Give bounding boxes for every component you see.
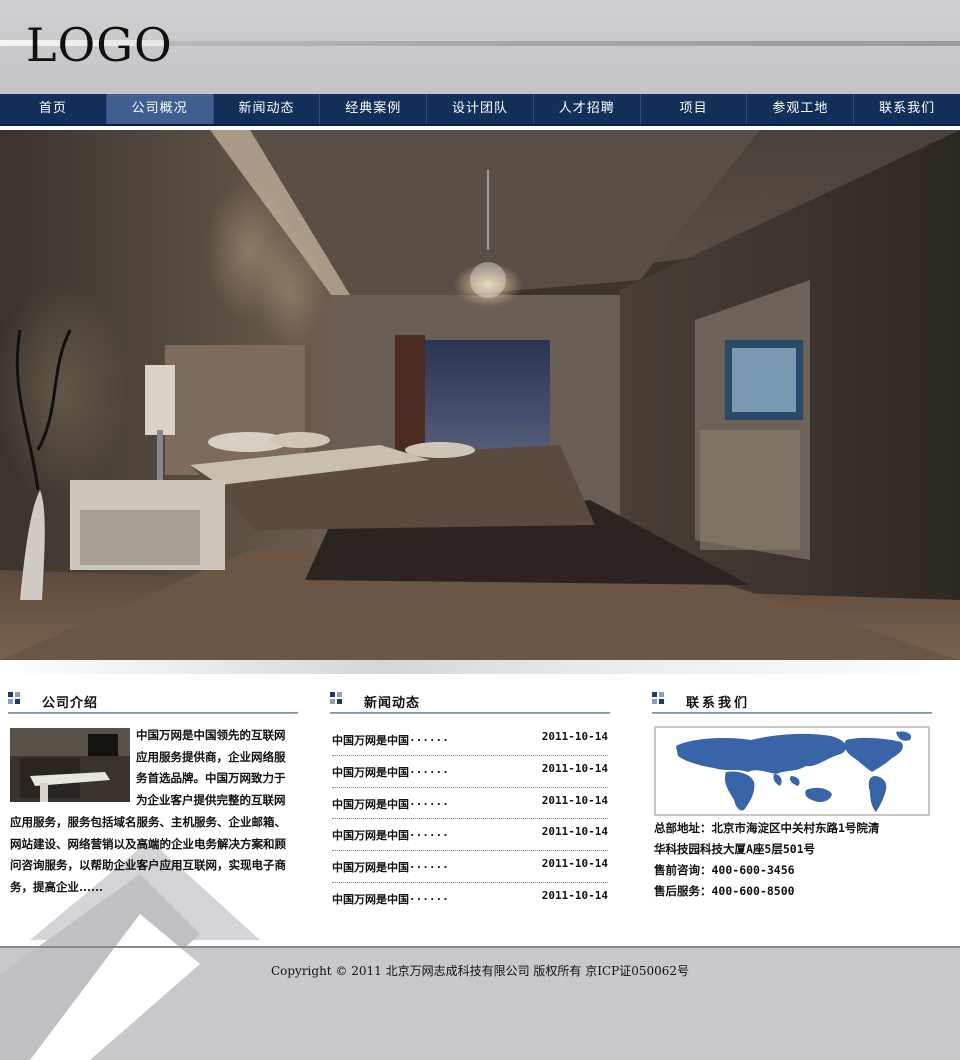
- hero-banner-image: [0, 130, 960, 660]
- contact-section: 联系我们 总部地址：北京市海淀区中关村东路1号院清 华科技园科技大厦A座5层50…: [652, 690, 942, 930]
- section-rule: [8, 712, 298, 714]
- nav-item-news[interactable]: 新闻动态: [214, 94, 321, 124]
- aftersale-phone: 售后服务：400-600-8500: [654, 884, 795, 898]
- header-divider-line: [165, 41, 960, 46]
- news-item[interactable]: 中国万网是中国······ 2011-10-14: [332, 724, 608, 756]
- address-line: 华科技园科技大厦A座5层501号: [654, 842, 816, 856]
- news-item[interactable]: 中国万网是中国······ 2011-10-14: [332, 788, 608, 820]
- site-logo[interactable]: LOGO: [26, 18, 173, 72]
- presale-phone: 售前咨询：400-600-3456: [654, 863, 795, 877]
- contact-info: 总部地址：北京市海淀区中关村东路1号院清 华科技园科技大厦A座5层501号 售前…: [654, 818, 934, 902]
- section-squares-icon: [652, 692, 664, 704]
- footer-copyright: Copyright © 2011 北京万网志成科技有限公司 版权所有 京ICP证…: [270, 964, 690, 978]
- main-nav: 首页 公司概况 新闻动态 经典案例 设计团队 人才招聘 项目 参观工地 联系我们: [0, 94, 960, 126]
- address-line: 总部地址：北京市海淀区中关村东路1号院清: [654, 821, 880, 835]
- nav-item-careers[interactable]: 人才招聘: [534, 94, 641, 124]
- news-item[interactable]: 中国万网是中国······ 2011-10-14: [332, 756, 608, 788]
- nav-item-design-team[interactable]: 设计团队: [427, 94, 534, 124]
- news-section: 新闻动态 中国万网是中国······ 2011-10-14 中国万网是中国····…: [330, 690, 620, 930]
- world-map-icon[interactable]: [654, 726, 930, 816]
- nav-item-cases[interactable]: 经典案例: [320, 94, 428, 124]
- section-title: 新闻动态: [364, 696, 421, 711]
- hero-shadow: [0, 660, 960, 674]
- section-rule: [330, 712, 610, 714]
- section-title: 联系我们: [686, 696, 751, 711]
- news-list: 中国万网是中国······ 2011-10-14 中国万网是中国······ 201…: [332, 724, 608, 914]
- company-intro-section: 公司介绍 中国万网是中国领先的互联网应用服务提供商，企业网络服务首选品牌。中国万…: [8, 690, 300, 930]
- news-item[interactable]: 中国万网是中国······ 2011-10-14: [332, 883, 608, 914]
- nav-item-company-overview[interactable]: 公司概况: [106, 94, 214, 124]
- nav-item-contact[interactable]: 联系我们: [854, 94, 960, 124]
- bedroom-photo-icon: [0, 130, 960, 660]
- site-header: LOGO: [0, 0, 960, 94]
- nav-item-home[interactable]: 首页: [0, 94, 107, 124]
- nav-item-site-visit[interactable]: 参观工地: [747, 94, 855, 124]
- section-title: 公司介绍: [42, 696, 99, 711]
- news-item[interactable]: 中国万网是中国······ 2011-10-14: [332, 851, 608, 883]
- section-squares-icon: [8, 692, 20, 704]
- news-item[interactable]: 中国万网是中国······ 2011-10-14: [332, 819, 608, 852]
- nav-item-projects[interactable]: 项目: [641, 94, 748, 124]
- footer-divider: [0, 946, 960, 948]
- section-squares-icon: [330, 692, 342, 704]
- section-rule: [652, 712, 932, 714]
